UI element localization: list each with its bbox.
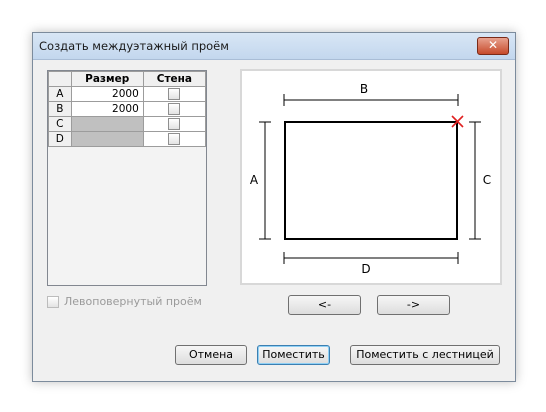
opening-diagram-svg: B D A C xyxy=(250,82,491,276)
size-cell-c xyxy=(70,116,144,132)
opening-rectangle xyxy=(284,121,458,240)
grid-header-row: Размер Стена xyxy=(48,71,207,87)
size-cell-b[interactable]: 2000 xyxy=(70,101,144,117)
left-opening-label: Левоповернутый проём xyxy=(64,295,202,308)
left-opening-option: Левоповернутый проём xyxy=(47,295,202,308)
table-row: D xyxy=(48,131,207,147)
size-cell-d xyxy=(70,131,144,147)
table-row: B 2000 xyxy=(48,101,207,117)
wall-cell-c xyxy=(142,116,207,132)
row-header-b: B xyxy=(48,101,72,117)
side-label-a: A xyxy=(250,173,259,187)
wall-cell-b xyxy=(142,101,207,117)
wall-checkbox-d[interactable] xyxy=(168,133,181,145)
side-label-c: C xyxy=(483,173,491,187)
wall-cell-d xyxy=(142,131,207,147)
dimensions-grid: Размер Стена A 2000 B 2000 C D xyxy=(47,70,207,286)
row-header-c: C xyxy=(48,116,72,132)
close-icon: ✕ xyxy=(487,38,499,52)
wall-checkbox-a[interactable] xyxy=(168,88,181,100)
wall-checkbox-c[interactable] xyxy=(168,118,181,130)
side-label-b: B xyxy=(360,82,368,96)
table-row: A 2000 xyxy=(48,86,207,102)
next-corner-button[interactable]: -> xyxy=(377,295,450,315)
table-row: C xyxy=(48,116,207,132)
wall-cell-a xyxy=(142,86,207,102)
cancel-button[interactable]: Отмена xyxy=(175,345,247,365)
side-label-d: D xyxy=(361,262,370,276)
row-header-d: D xyxy=(48,131,72,147)
dialog-title: Создать междуэтажный проём xyxy=(39,39,229,53)
row-header-a: A xyxy=(48,86,72,102)
corner-header xyxy=(48,71,72,87)
title-bar[interactable]: Создать междуэтажный проём ✕ xyxy=(33,33,515,60)
column-header-size: Размер xyxy=(70,71,144,87)
opening-diagram: B D A C xyxy=(240,69,502,285)
wall-checkbox-b[interactable] xyxy=(168,103,181,115)
prev-corner-button[interactable]: <- xyxy=(288,295,361,315)
place-with-stairs-button[interactable]: Поместить с лестницей xyxy=(350,345,500,365)
place-button[interactable]: Поместить xyxy=(257,345,330,365)
column-header-wall: Стена xyxy=(142,71,207,87)
create-opening-dialog: Создать междуэтажный проём ✕ Размер Стен… xyxy=(32,32,516,382)
size-cell-a[interactable]: 2000 xyxy=(70,86,144,102)
close-button[interactable]: ✕ xyxy=(477,37,509,55)
left-opening-checkbox[interactable] xyxy=(47,296,59,308)
